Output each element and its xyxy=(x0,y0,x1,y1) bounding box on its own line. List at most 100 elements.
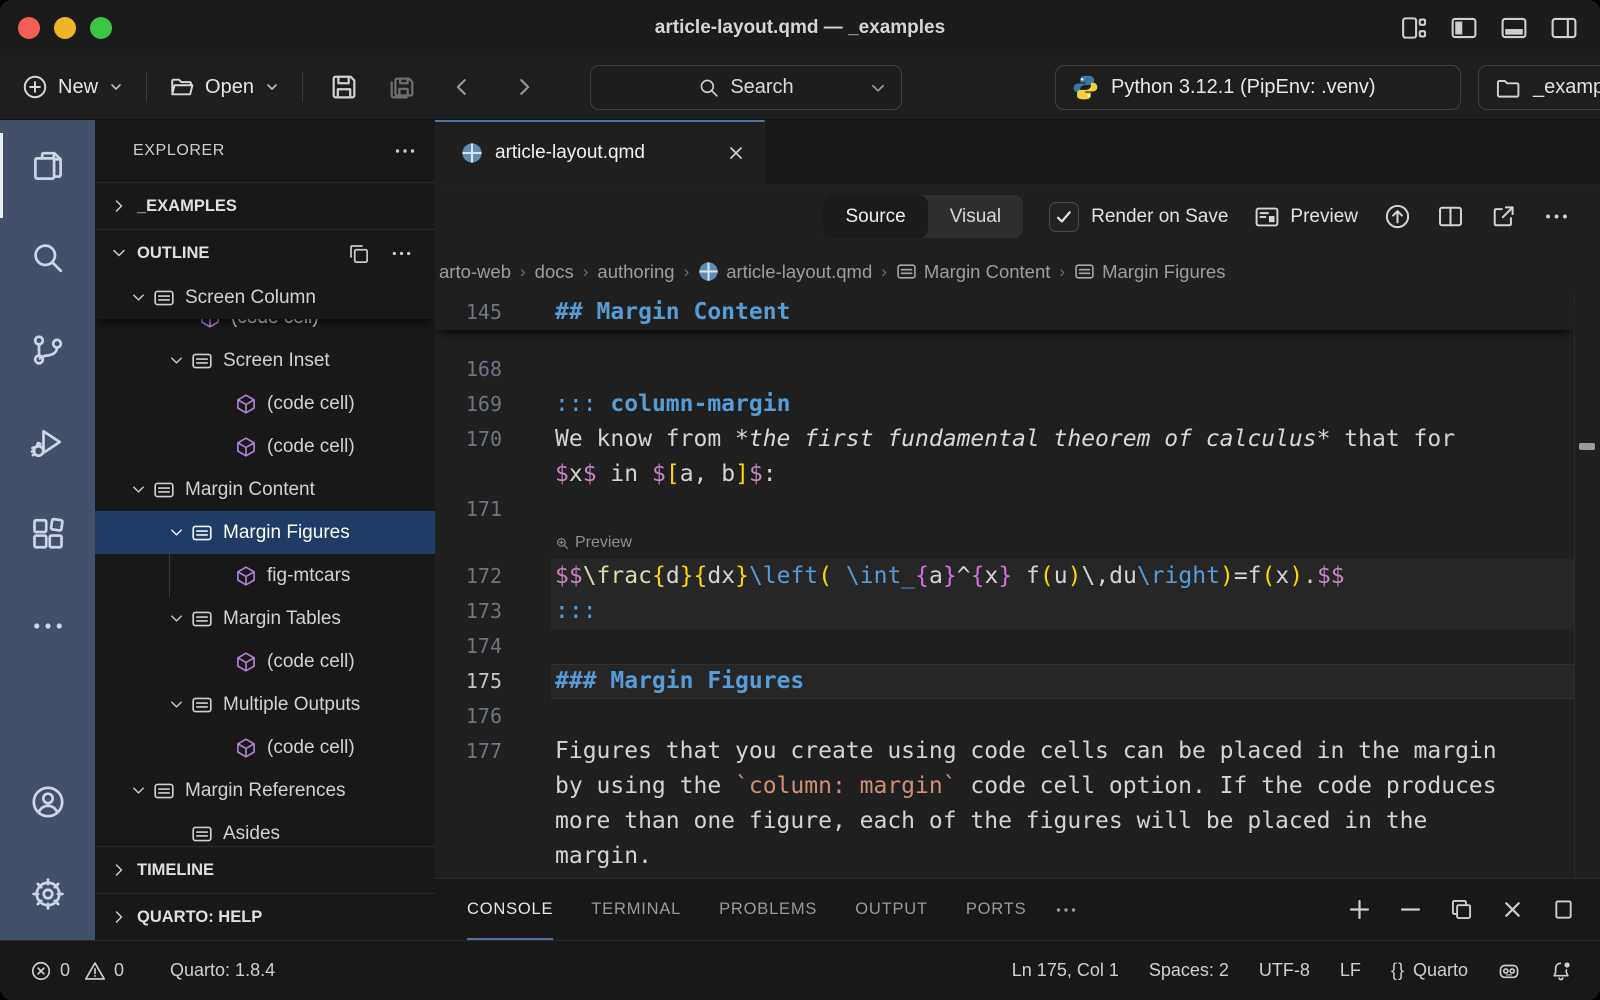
status-encoding[interactable]: UTF-8 xyxy=(1259,960,1310,981)
render-on-save-toggle[interactable]: Render on Save xyxy=(1049,202,1228,232)
code-editor[interactable]: 145## Margin Content168169::: column-mar… xyxy=(435,295,1600,878)
code-line-wrap[interactable]: $x$ in $[a, b]$: xyxy=(435,457,1574,492)
breadcrumb-article-layout-qmd[interactable]: article-layout.qmd xyxy=(698,261,872,283)
open-external-icon[interactable] xyxy=(1490,203,1517,230)
problems-status[interactable]: 0 0 xyxy=(30,960,124,982)
outline-item-screen-inset[interactable]: Screen Inset xyxy=(95,339,435,382)
line-content[interactable] xyxy=(551,492,1574,527)
line-content[interactable]: Preview xyxy=(551,527,1574,559)
collapse-all-icon[interactable] xyxy=(347,242,370,265)
breadcrumb-arto-web[interactable]: arto-web xyxy=(439,261,511,283)
code-line-174[interactable]: 174 xyxy=(435,629,1574,664)
chevron-down-icon[interactable] xyxy=(123,468,153,511)
code-line-175[interactable]: 175### Margin Figures xyxy=(435,664,1574,699)
status-cursor-position[interactable]: Ln 175, Col 1 xyxy=(1012,960,1119,981)
line-content[interactable]: We know from *the first fundamental theo… xyxy=(551,422,1574,457)
quarto-version-status[interactable]: Quarto: 1.8.4 xyxy=(170,960,275,981)
activity-more-actions[interactable] xyxy=(0,580,95,672)
explorer-more-icon[interactable] xyxy=(393,139,417,163)
outline-item--code-cell-[interactable]: (code cell) xyxy=(95,640,435,683)
outline-item-multiple-outputs[interactable]: Multiple Outputs xyxy=(95,683,435,726)
code-lens-preview[interactable]: Preview xyxy=(555,527,632,559)
status-copilot[interactable] xyxy=(1498,960,1520,982)
chevron-down-icon[interactable] xyxy=(161,339,191,382)
activity-search[interactable] xyxy=(0,212,95,304)
code-line-169[interactable]: 169::: column-margin xyxy=(435,387,1574,422)
outline-item--code-cell-[interactable]: (code cell) xyxy=(95,425,435,468)
code-line-172[interactable]: 172$$\frac{d}{dx}\left( \int_{a}^{x} f(u… xyxy=(435,559,1574,594)
preview-button[interactable]: Preview xyxy=(1254,204,1358,230)
source-mode-button[interactable]: Source xyxy=(823,195,927,238)
outline-item-asides[interactable]: Asides xyxy=(95,812,435,846)
line-content[interactable]: $x$ in $[a, b]$: xyxy=(551,457,1574,492)
panel-tab-terminal[interactable]: TERMINAL xyxy=(591,879,681,940)
breadcrumb-docs[interactable]: docs xyxy=(535,261,574,283)
breadcrumb-authoring[interactable]: authoring xyxy=(597,261,674,283)
split-editor-icon[interactable] xyxy=(1437,203,1464,230)
editor-more-actions-icon[interactable] xyxy=(1543,203,1570,230)
navigate-back-icon[interactable] xyxy=(451,76,473,98)
toggle-primary-sidebar-icon[interactable] xyxy=(1450,14,1478,42)
outline-more-icon[interactable] xyxy=(390,242,413,265)
breadcrumb-margin-figures[interactable]: Margin Figures xyxy=(1074,261,1225,283)
line-content[interactable] xyxy=(551,629,1574,664)
navigate-forward-icon[interactable] xyxy=(513,76,535,98)
outline-item-margin-content[interactable]: Margin Content xyxy=(95,468,435,511)
chevron-down-icon[interactable] xyxy=(123,769,153,812)
scrollbar-thumb[interactable] xyxy=(1579,443,1595,450)
outline-item--code-cell-[interactable]: (code cell) xyxy=(95,726,435,769)
status-indentation[interactable]: Spaces: 2 xyxy=(1149,960,1229,981)
panel-tab-console[interactable]: CONSOLE xyxy=(467,879,553,940)
panel-tab-problems[interactable]: PROBLEMS xyxy=(719,879,817,940)
line-content[interactable]: ::: column-margin xyxy=(551,387,1574,422)
line-content[interactable]: ### Margin Figures xyxy=(551,664,1574,699)
code-line-171[interactable]: 171 xyxy=(435,492,1574,527)
breadcrumb-margin-content[interactable]: Margin Content xyxy=(896,261,1050,283)
panel-more-icon[interactable] xyxy=(1054,898,1078,922)
editor-scrollbar[interactable] xyxy=(1574,295,1600,878)
code-lens-row[interactable]: Preview xyxy=(435,527,1574,559)
line-content[interactable]: ## Margin Content xyxy=(551,295,1574,330)
new-console-icon[interactable] xyxy=(1347,897,1372,922)
line-content[interactable] xyxy=(551,699,1574,734)
chevron-down-icon[interactable] xyxy=(161,597,191,640)
activity-explorer[interactable] xyxy=(0,120,95,212)
outline-item-margin-references[interactable]: Margin References xyxy=(95,769,435,812)
code-line-wrap[interactable]: by using the `column: margin` code cell … xyxy=(435,769,1574,804)
checkbox-checked-icon[interactable] xyxy=(1049,202,1079,232)
line-content[interactable]: ::: xyxy=(551,594,1574,629)
publish-icon[interactable] xyxy=(1384,203,1411,230)
line-content[interactable]: by using the `column: margin` code cell … xyxy=(551,769,1574,804)
search-dropdown-icon[interactable] xyxy=(869,79,887,97)
outline-item--code-cell-[interactable]: (code cell) xyxy=(95,382,435,425)
outline-item-fig-mtcars[interactable]: fig-mtcars xyxy=(95,554,435,597)
toggle-panel-icon[interactable] xyxy=(1500,14,1528,42)
activity-settings[interactable] xyxy=(0,848,95,940)
status-notifications[interactable] xyxy=(1550,960,1572,982)
chevron-down-icon[interactable] xyxy=(161,511,191,554)
visual-mode-button[interactable]: Visual xyxy=(928,195,1023,238)
activity-run-debug[interactable] xyxy=(0,396,95,488)
status-language-mode[interactable]: {}Quarto xyxy=(1391,960,1468,981)
activity-source-control[interactable] xyxy=(0,304,95,396)
timeline-section-header[interactable]: TIMELINE xyxy=(95,846,435,893)
outline-section-header[interactable]: OUTLINE xyxy=(95,229,435,276)
code-line-176[interactable]: 176 xyxy=(435,699,1574,734)
line-content[interactable]: margin. xyxy=(551,839,1574,874)
customize-layout-icon[interactable] xyxy=(1400,14,1428,42)
toggle-secondary-sidebar-icon[interactable] xyxy=(1550,14,1578,42)
line-content[interactable]: more than one figure, each of the figure… xyxy=(551,804,1574,839)
activity-extensions[interactable] xyxy=(0,488,95,580)
outline-item-screen-column[interactable]: Screen Column xyxy=(95,276,435,319)
line-content[interactable]: $$\frac{d}{dx}\left( \int_{a}^{x} f(u)\,… xyxy=(551,559,1574,594)
global-search-input[interactable]: Search xyxy=(590,65,902,110)
chevron-down-icon[interactable] xyxy=(123,276,153,319)
workspace-section-header[interactable]: _EXAMPLES xyxy=(95,182,435,229)
close-panel-icon[interactable] xyxy=(1500,897,1525,922)
close-tab-icon[interactable] xyxy=(726,143,746,163)
interpreter-selector[interactable]: Python 3.12.1 (PipEnv: .venv) xyxy=(1055,65,1461,110)
code-line-170[interactable]: 170We know from *the first fundamental t… xyxy=(435,422,1574,457)
code-line-145[interactable]: 145## Margin Content xyxy=(435,295,1574,330)
outline-item--code-cell-[interactable]: (code cell) xyxy=(95,319,435,339)
code-line-168[interactable]: 168 xyxy=(435,352,1574,387)
